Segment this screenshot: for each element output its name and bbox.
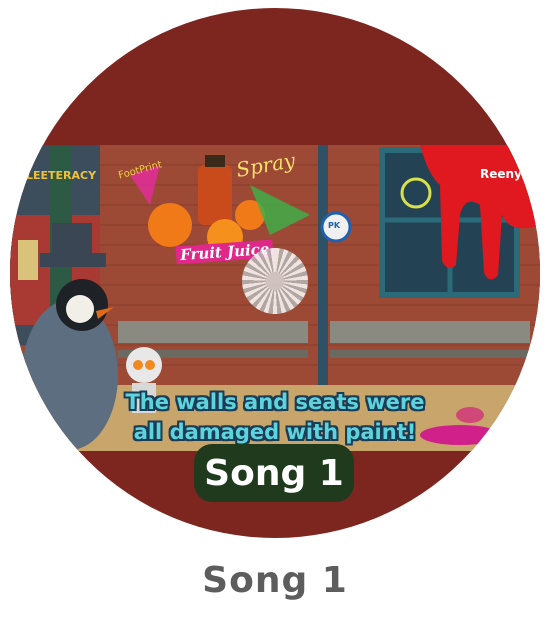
song-cover-disc[interactable]: Spray FootPrint Fruit Juice LEETERACY Re… [10,8,540,538]
brand-left-logo: LEETERACY [26,169,97,182]
subtitle-line-2: all damaged with paint! [133,420,417,444]
spinner-center [266,272,284,290]
app-root: { "cover": { "subtitle_line1": "The wall… [0,0,550,636]
pk-sign-text: PK [328,221,341,230]
song-badge-text: Song 1 [204,452,344,494]
spinner-play-icon[interactable] [242,248,308,314]
subtitle-line-1: The walls and seats were [125,390,425,414]
brand-right-logo: Reeny [480,167,522,181]
song-title-caption[interactable]: Song 1 [0,560,550,601]
cover-illustration: Spray FootPrint Fruit Juice LEETERACY Re… [10,145,540,451]
song-badge: Song 1 [194,444,354,502]
